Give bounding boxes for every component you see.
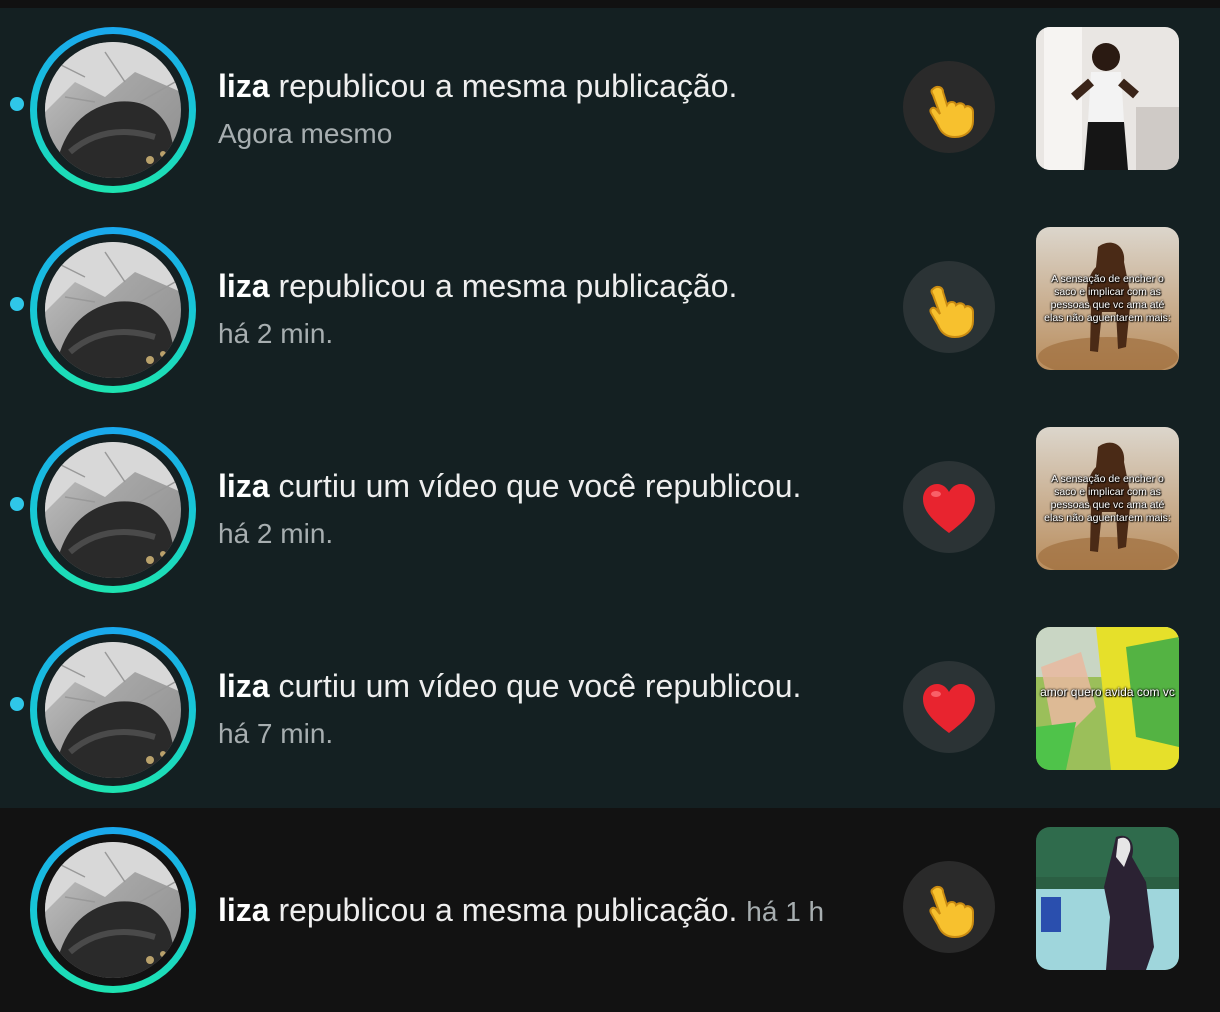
post-thumbnail[interactable] <box>1036 827 1179 970</box>
reaction-badge[interactable] <box>903 861 995 953</box>
thumbnail-caption: amor quero avida com vc <box>1040 685 1175 699</box>
notification-row[interactable]: liza republicou a mesma publicação. Agor… <box>0 0 1220 200</box>
avatar <box>45 842 181 978</box>
pointing-hand-icon <box>929 85 974 139</box>
thumbnail-caption: A sensação de encher o saco e implicar c… <box>1044 273 1171 324</box>
post-thumbnail[interactable] <box>1036 27 1179 170</box>
notification-time: há 2 min. <box>218 518 334 549</box>
notification-time: Agora mesmo <box>218 118 393 149</box>
notification-text: liza republicou a mesma publicação. Agor… <box>218 62 878 158</box>
post-thumbnail[interactable]: A sensação de encher o saco e implicar c… <box>1036 427 1179 570</box>
avatar-ring[interactable] <box>30 27 196 193</box>
notification-action: republicou a mesma publicação. <box>278 892 738 928</box>
notification-text: liza republicou a mesma publicação. há 1… <box>218 886 878 936</box>
red-heart-icon <box>923 684 975 733</box>
notification-action: republicou a mesma publicação. <box>278 68 738 104</box>
post-thumbnail[interactable]: amor quero avida com vc <box>1036 627 1179 770</box>
notification-action: curtiu um vídeo que você republicou. <box>278 468 802 504</box>
unread-dot <box>10 297 24 311</box>
notification-text: liza republicou a mesma publicação. há 2… <box>218 262 878 358</box>
avatar <box>45 442 181 578</box>
avatar <box>45 242 181 378</box>
notification-action: republicou a mesma publicação. <box>278 268 738 304</box>
notification-action: curtiu um vídeo que você republicou. <box>278 668 802 704</box>
reaction-badge[interactable] <box>903 61 995 153</box>
avatar <box>45 642 181 778</box>
notification-row[interactable]: liza republicou a mesma publicação. há 2… <box>0 200 1220 400</box>
username[interactable]: liza <box>218 468 270 504</box>
reaction-badge[interactable] <box>903 261 995 353</box>
notification-text: liza curtiu um vídeo que você republicou… <box>218 462 878 558</box>
thumbnail-caption: A sensação de encher o saco e implicar c… <box>1044 473 1171 524</box>
unread-dot <box>10 97 24 111</box>
username[interactable]: liza <box>218 892 270 928</box>
notification-text: liza curtiu um vídeo que você republicou… <box>218 662 878 758</box>
pointing-hand-icon <box>929 285 974 339</box>
notification-row[interactable]: liza republicou a mesma publicação. há 1… <box>0 800 1220 1000</box>
avatar <box>45 42 181 178</box>
username[interactable]: liza <box>218 668 270 704</box>
avatar-ring[interactable] <box>30 227 196 393</box>
unread-dot <box>10 697 24 711</box>
avatar-ring[interactable] <box>30 627 196 793</box>
red-heart-icon <box>923 484 975 533</box>
unread-dot <box>10 497 24 511</box>
reaction-badge[interactable] <box>903 461 995 553</box>
username[interactable]: liza <box>218 268 270 304</box>
reaction-badge[interactable] <box>903 661 995 753</box>
avatar-ring[interactable] <box>30 427 196 593</box>
notification-row[interactable]: liza curtiu um vídeo que você republicou… <box>0 600 1220 800</box>
notification-time: há 2 min. <box>218 318 334 349</box>
pointing-hand-icon <box>929 885 974 939</box>
username[interactable]: liza <box>218 68 270 104</box>
avatar-ring[interactable] <box>30 827 196 993</box>
notification-time: há 7 min. <box>218 718 334 749</box>
post-thumbnail[interactable]: A sensação de encher o saco e implicar c… <box>1036 227 1179 370</box>
notification-row[interactable]: liza curtiu um vídeo que você republicou… <box>0 400 1220 600</box>
notification-time: há 1 h <box>746 896 825 927</box>
